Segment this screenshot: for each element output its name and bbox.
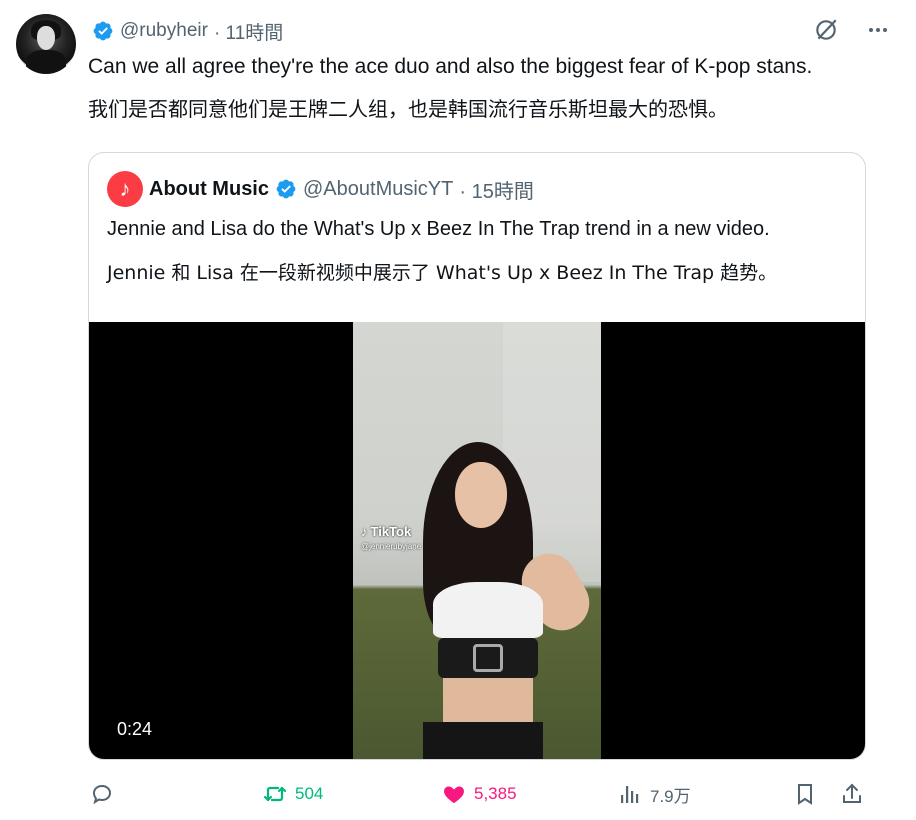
bookmark-button[interactable] (793, 778, 817, 810)
avatar-face (37, 26, 55, 50)
post-time[interactable]: · 11時間 (214, 18, 283, 45)
video-player[interactable]: ♪ TikTok @jennierubyjane 0:24 (89, 322, 865, 759)
tiktok-user: @jennierubyjane (361, 542, 422, 551)
tiktok-brand: TikTok (370, 524, 412, 539)
views-count: 7.9万 (650, 786, 691, 806)
views-button[interactable]: 7.9万 (618, 778, 691, 810)
header-actions (812, 16, 892, 44)
person-face (455, 462, 507, 528)
person-top (433, 582, 543, 638)
author-avatar[interactable] (16, 14, 76, 74)
post-header: @rubyheir · 11時間 (92, 18, 283, 44)
retweet-button[interactable]: 504 (263, 778, 323, 810)
video-duration: 0:24 (117, 719, 153, 739)
more-icon (869, 28, 887, 32)
video-frame: ♪ TikTok @jennierubyjane (353, 322, 601, 759)
tiktok-icon: ♪ (361, 524, 368, 539)
post-text-english: Can we all agree they're the ace duo and… (88, 55, 813, 78)
reply-icon (92, 784, 112, 805)
person-pants (423, 722, 543, 759)
quoted-post[interactable]: ♪ About Music @AboutMusicYT · 15時間 Jenni… (88, 152, 866, 760)
quote-text-translation: Jennie 和 Lisa 在一段新视频中展示了 What's Up x Bee… (107, 262, 778, 284)
action-bar: 504 5,385 7.9万 (88, 778, 870, 810)
quote-header: ♪ About Music @AboutMusicYT · 15時間 (107, 171, 534, 207)
like-button[interactable]: 5,385 (442, 778, 517, 810)
bookmark-icon (798, 784, 812, 805)
verified-badge-icon (93, 21, 113, 41)
post-text-translation: 我们是否都同意他们是王牌二人组，也是韩国流行音乐斯坦最大的恐惧。 (88, 97, 728, 121)
quote-time[interactable]: · 15時間 (459, 175, 533, 204)
quote-text-english: Jennie and Lisa do the What's Up x Beez … (107, 218, 770, 240)
quote-author-handle[interactable]: @AboutMusicYT (303, 178, 453, 201)
retweet-icon (263, 786, 287, 802)
more-options-button[interactable] (864, 16, 892, 44)
quote-author-name[interactable]: About Music (149, 178, 269, 201)
share-button[interactable] (840, 778, 864, 810)
reply-button[interactable] (90, 778, 114, 810)
person-waist (443, 678, 533, 723)
avatar-body (26, 50, 66, 74)
about-music-logo[interactable]: ♪ (107, 171, 143, 207)
author-handle[interactable]: @rubyheir (120, 20, 208, 42)
share-icon (843, 783, 861, 803)
verified-badge-icon (276, 179, 296, 199)
tiktok-watermark: ♪ TikTok @jennierubyjane (361, 524, 421, 551)
views-icon (621, 786, 639, 803)
retweet-count: 504 (295, 784, 324, 803)
grok-icon (816, 19, 837, 40)
grok-button[interactable] (812, 16, 840, 44)
belt-buckle (473, 644, 503, 672)
heart-icon (444, 786, 464, 803)
like-count: 5,385 (474, 784, 517, 803)
